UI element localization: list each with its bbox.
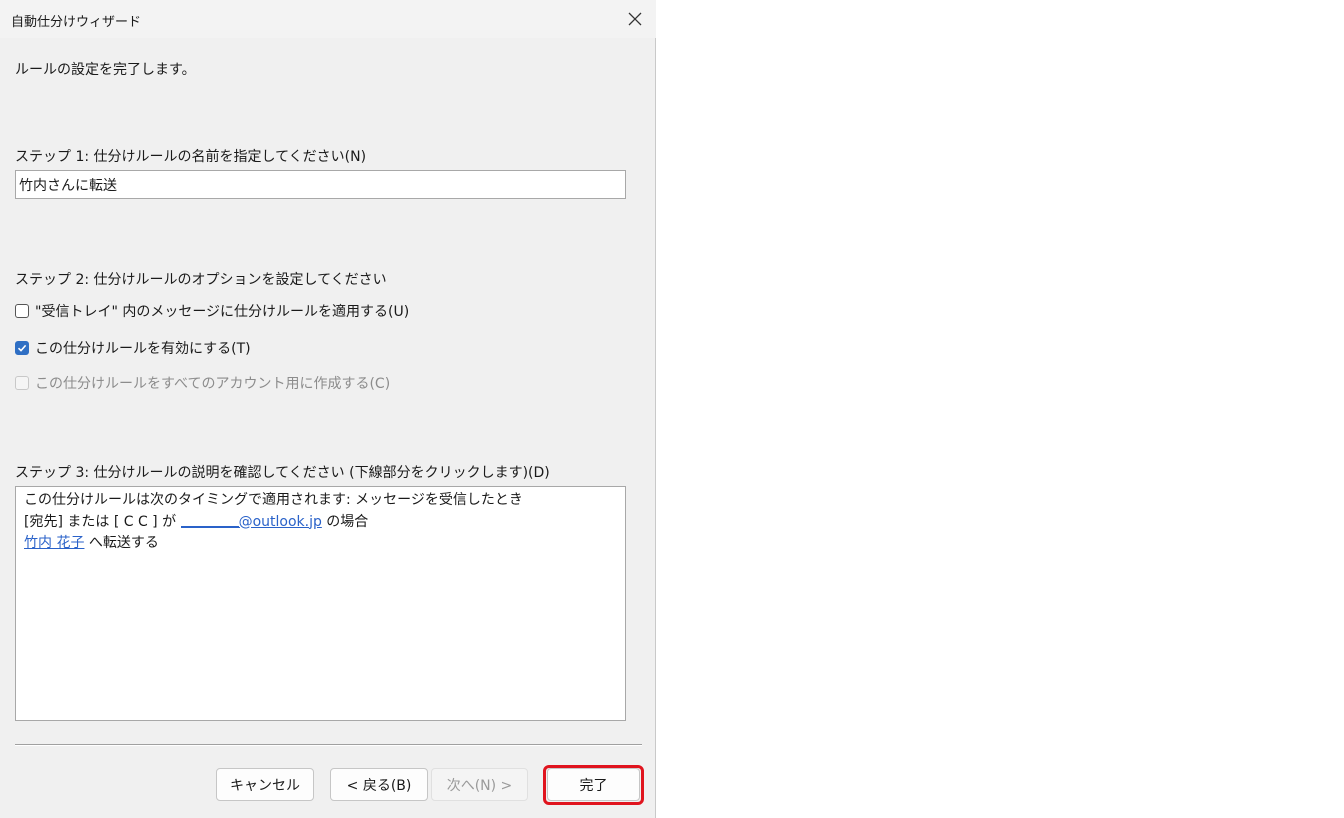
close-button[interactable] xyxy=(620,4,650,34)
checkmark-icon xyxy=(17,344,27,352)
apply-to-inbox-checkbox[interactable] xyxy=(15,304,29,318)
step3-label: ステップ 3: 仕分けルールの説明を確認してください (下線部分をクリックします… xyxy=(15,465,550,481)
cancel-button[interactable]: キャンセル xyxy=(216,768,314,801)
finish-highlight-box xyxy=(543,765,644,805)
condition-prefix: [宛先] または [ C C ] が xyxy=(24,513,181,530)
apply-to-inbox-option[interactable]: "受信トレイ" 内のメッセージに仕分けルールを適用する(U) xyxy=(15,301,409,321)
intro-text: ルールの設定を完了します。 xyxy=(15,62,196,78)
all-accounts-checkbox xyxy=(15,376,29,390)
next-button: 次へ(N) > xyxy=(431,768,528,801)
description-line-action: 竹内 花子 へ転送する xyxy=(24,533,617,555)
apply-to-inbox-label: "受信トレイ" 内のメッセージに仕分けルールを適用する(U) xyxy=(35,304,410,320)
rule-name-input[interactable] xyxy=(15,170,626,199)
close-icon xyxy=(628,12,642,26)
window-title: 自動仕分けウィザード xyxy=(11,15,142,30)
action-suffix: へ転送する xyxy=(84,535,159,551)
enable-rule-checkbox[interactable] xyxy=(15,341,29,355)
back-button[interactable]: < 戻る(B) xyxy=(330,768,428,801)
enable-rule-option[interactable]: この仕分けルールを有効にする(T) xyxy=(15,338,251,358)
button-separator xyxy=(15,744,642,746)
title-bar: 自動仕分けウィザード xyxy=(0,0,656,38)
redacted-address xyxy=(180,525,239,528)
rule-description-box: この仕分けルールは次のタイミングで適用されます: メッセージを受信したとき [宛… xyxy=(15,486,626,721)
rules-wizard-dialog: 自動仕分けウィザード ルールの設定を完了します。 ステップ 1: 仕分けルールの… xyxy=(0,0,656,818)
forward-recipient-link[interactable]: 竹内 花子 xyxy=(24,535,84,551)
step2-label: ステップ 2: 仕分けルールのオプションを設定してください xyxy=(15,272,387,288)
step1-label: ステップ 1: 仕分けルールの名前を指定してください(N) xyxy=(15,149,367,165)
all-accounts-option: この仕分けルールをすべてのアカウント用に作成する(C) xyxy=(15,373,390,393)
description-line-trigger: この仕分けルールは次のタイミングで適用されます: メッセージを受信したとき xyxy=(24,492,523,508)
description-line-condition: [宛先] または [ C C ] が @outlook.jp の場合 xyxy=(24,512,617,534)
all-accounts-label: この仕分けルールをすべてのアカウント用に作成する(C) xyxy=(35,376,391,392)
email-address-link[interactable]: @outlook.jp xyxy=(180,514,322,530)
enable-rule-label: この仕分けルールを有効にする(T) xyxy=(35,341,251,357)
condition-suffix: の場合 xyxy=(321,513,369,530)
